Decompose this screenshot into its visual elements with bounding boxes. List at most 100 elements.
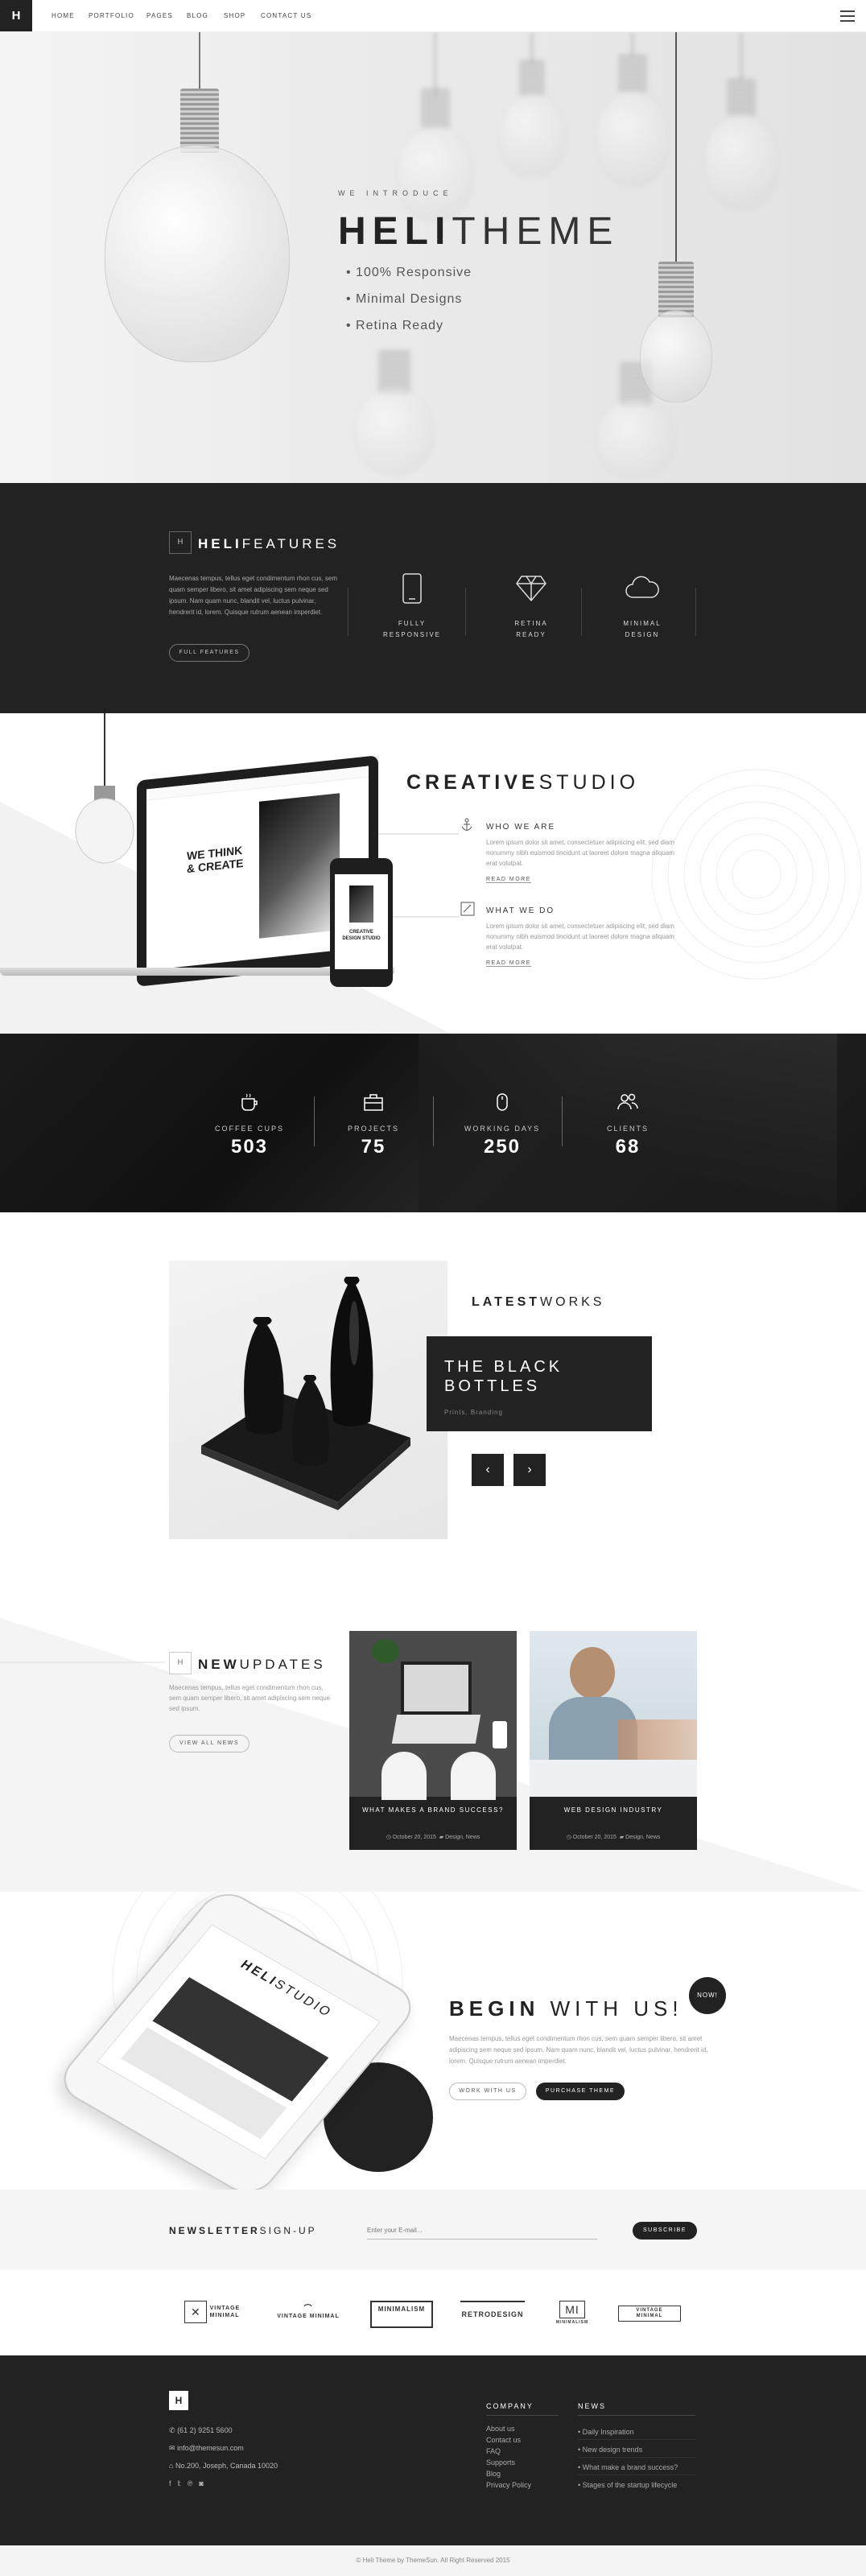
cord-decoration (199, 32, 200, 90)
bulb-decoration (397, 125, 474, 221)
nav-pages-link[interactable]: PAGES (146, 12, 173, 19)
coffee-icon (241, 1093, 258, 1111)
diamond-icon (516, 576, 546, 602)
studio-background-decoration (0, 713, 862, 1034)
facebook-icon[interactable]: f (169, 2479, 178, 2487)
footer-link-about[interactable]: About us (486, 2425, 515, 2433)
latest-works-title: LATESTWORKS (472, 1295, 605, 1309)
footer-link-contact[interactable]: Contact us (486, 2436, 521, 2444)
cord-decoration (531, 32, 533, 64)
who-we-are-text: Lorem ipsum dolor sit amet, consectetuer… (486, 839, 674, 867)
newsletter-title: NEWSLETTERSIGN-UP (169, 2225, 317, 2236)
nav-shop-link[interactable]: SHOP (224, 12, 245, 19)
hamburger-menu-icon[interactable] (840, 10, 855, 22)
nav-blog-link[interactable]: BLOG (187, 12, 208, 19)
nav-portfolio-link[interactable]: PORTFOLIO (89, 12, 134, 19)
footer-news-link[interactable]: • Daily Inspiration (578, 2428, 634, 2436)
company-heading: COMPANY (486, 2402, 534, 2410)
news-card[interactable]: WHAT MAKES A BRAND SUCCESS? ◷ October 20… (349, 1631, 517, 1850)
mouse-icon (497, 1093, 508, 1111)
footer-news-link[interactable]: • What make a brand success? (578, 2463, 678, 2471)
briefcase-icon (364, 1094, 383, 1111)
read-more-link[interactable]: READ MORE (486, 960, 531, 967)
hero-title-light: THEME (452, 210, 620, 253)
hero-title-bold: HELI (338, 210, 452, 253)
hero-title: HELITHEME (338, 209, 619, 254)
brand-logo: ⌒ VINTAGE MINIMAL (277, 2305, 340, 2320)
bulb-decoration (596, 90, 670, 187)
top-navbar: H HOME PORTFOLIO PAGES BLOG SHOP CONTACT… (0, 0, 866, 32)
socket-decoration (618, 55, 647, 93)
cord-decoration (632, 32, 633, 56)
hero-kicker: WE INTRODUCE (338, 189, 453, 197)
footer-link-supports[interactable]: Supports (486, 2458, 515, 2467)
subscribe-button[interactable]: SUBSCRIBE (633, 2222, 697, 2240)
stat-item: CLIENTS 68 (579, 1092, 676, 1158)
brand-mi-icon: MI (559, 2301, 585, 2318)
hero-bullet: • Retina Ready (346, 319, 443, 332)
updates-description: Maecenas tempus, tellus eget condimentum… (169, 1684, 331, 1712)
features-title: HELIFEATURES (198, 536, 340, 551)
twitter-icon[interactable]: 𝕥 (178, 2479, 188, 2487)
footer-address: ⌂ No.200, Joseph, Canada 10020 (169, 2462, 278, 2470)
socket-decoration (727, 79, 756, 118)
work-name: THE BLACK BOTTLES (444, 1358, 563, 1395)
footer-email[interactable]: ✉ info@themesun.com (169, 2444, 244, 2453)
feature-item: FULLY RESPONSIVE (372, 573, 452, 641)
read-more-link[interactable]: READ MORE (486, 877, 531, 883)
news-image (530, 1631, 697, 1797)
purchase-theme-button[interactable]: PURCHASE THEME (536, 2083, 625, 2100)
full-features-button[interactable]: FULL FEATURES (169, 644, 249, 662)
nav-home-link[interactable]: HOME (52, 12, 75, 19)
bulb-decoration (596, 398, 676, 479)
pinterest-icon[interactable]: ℗ (188, 2479, 200, 2487)
stat-item: COFFEE CUPS 503 (201, 1092, 298, 1158)
work-image[interactable] (169, 1261, 447, 1539)
brands-section: ✕ VINTAGE MINIMAL ⌒ VINTAGE MINIMAL MINIM… (0, 2270, 866, 2355)
bulb-decoration (704, 113, 778, 209)
view-all-news-button[interactable]: VIEW ALL NEWS (169, 1735, 249, 1752)
studio-title: CREATIVESTUDIO (406, 771, 640, 794)
laptop-screen-text: WE THINK & CREATE (187, 843, 244, 876)
next-arrow-icon[interactable]: › (513, 1454, 546, 1486)
stat-item: WORKING DAYS 250 (454, 1092, 551, 1158)
nav-contact-link[interactable]: CONTACT US (261, 12, 311, 19)
email-field[interactable] (367, 2222, 597, 2240)
footer-link-privacy[interactable]: Privacy Policy (486, 2481, 531, 2489)
hero-bullet: • 100% Responsive (346, 266, 472, 279)
instagram-icon[interactable]: ◙ (199, 2479, 209, 2487)
prev-arrow-icon[interactable]: ‹ (472, 1454, 504, 1486)
brand-logo: ✕ VINTAGE MINIMAL (184, 2301, 248, 2328)
footer-link-blog[interactable]: Blog (486, 2470, 501, 2478)
news-title[interactable]: WHAT MAKES A BRAND SUCCESS? (349, 1806, 517, 1814)
logo[interactable]: H (0, 0, 32, 31)
news-card[interactable]: WEB DESIGN INDUSTRY ◷ October 20, 2015 ▰… (530, 1631, 697, 1850)
socket-decoration (180, 89, 219, 153)
features-section: H HELIFEATURES Maecenas tempus, tellus e… (0, 483, 866, 713)
footer-logo[interactable]: H (169, 2391, 188, 2410)
cord-decoration (675, 32, 677, 266)
section-logo-icon: H (169, 531, 192, 554)
home-icon: ⌂ (169, 2462, 174, 2470)
feature-item: MINIMAL DESIGN (602, 573, 682, 641)
footer-news-link[interactable]: • New design trends (578, 2446, 642, 2454)
footer: H ✆ (61 2) 9251 5600 ✉ info@themesun.com… (0, 2355, 866, 2576)
social-icons: f𝕥℗◙ (169, 2479, 210, 2488)
anchor-icon (461, 818, 472, 831)
footer-news-link[interactable]: • Stages of the startup lifecycle (578, 2481, 677, 2489)
brand-logo: RETRODESIGN (460, 2301, 525, 2328)
brand-logo: MINIMALISM (370, 2301, 433, 2328)
stat-item: PROJECTS 75 (325, 1092, 422, 1158)
socket-decoration (519, 60, 545, 96)
footer-link-faq[interactable]: FAQ (486, 2447, 501, 2455)
feature-item: RETINA READY (491, 573, 571, 641)
phone-icon: ✆ (169, 2426, 175, 2434)
work-category: Prints, Branding (444, 1409, 503, 1416)
hero-bullet: • Minimal Designs (346, 292, 463, 306)
what-we-do-text: Lorem ipsum dolor sit amet, consectetuer… (486, 923, 674, 951)
bulb-decoration (354, 386, 435, 475)
news-title[interactable]: WEB DESIGN INDUSTRY (530, 1806, 697, 1814)
users-icon (617, 1093, 638, 1110)
mobile-icon (402, 573, 422, 604)
work-with-us-button[interactable]: WORK WITH US (449, 2083, 526, 2100)
